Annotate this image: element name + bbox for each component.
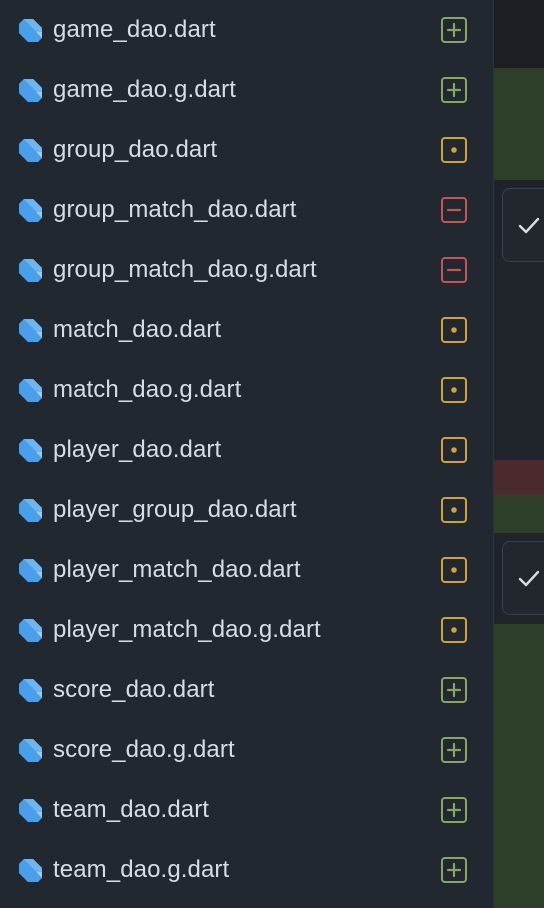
file-row[interactable]: team_dao.dart [0, 780, 493, 840]
file-name: match_dao.g.dart [53, 376, 242, 403]
file-name: player_dao.dart [53, 436, 222, 463]
status-modified-icon [441, 557, 467, 583]
viewed-checkbox[interactable] [502, 188, 544, 262]
check-icon [518, 217, 540, 234]
status-added-icon [441, 797, 467, 823]
status-modified-icon [441, 497, 467, 523]
file-row[interactable]: score_dao.g.dart [0, 720, 493, 780]
dart-file-icon [18, 677, 44, 703]
file-name: team_dao.g.dart [53, 856, 230, 883]
diff-added-band [494, 624, 544, 908]
file-name: score_dao.g.dart [53, 736, 235, 763]
file-name: group_dao.dart [53, 136, 218, 163]
dart-file-icon [18, 857, 44, 883]
status-modified-icon [441, 437, 467, 463]
file-row[interactable]: player_group_dao.dart [0, 480, 493, 540]
dart-file-icon [18, 797, 44, 823]
file-name: game_dao.dart [53, 16, 216, 43]
file-row[interactable]: score_dao.dart [0, 660, 493, 720]
file-name: player_match_dao.dart [53, 556, 301, 583]
dart-file-icon [18, 197, 44, 223]
dart-file-icon [18, 377, 44, 403]
dart-file-icon [18, 17, 44, 43]
dart-file-icon [18, 257, 44, 283]
dart-file-icon [18, 77, 44, 103]
file-name: game_dao.g.dart [53, 76, 236, 103]
viewed-checkbox[interactable] [502, 541, 544, 615]
status-modified-icon [441, 137, 467, 163]
status-added-icon [441, 17, 467, 43]
dart-file-icon [18, 557, 44, 583]
file-row[interactable]: team_dao.g.dart [0, 840, 493, 900]
file-name: match_dao.dart [53, 316, 222, 343]
file-row[interactable]: player_match_dao.g.dart [0, 600, 493, 660]
file-row[interactable]: game_dao.g.dart [0, 60, 493, 120]
file-row[interactable]: group_dao.dart [0, 120, 493, 180]
dart-file-icon [18, 137, 44, 163]
file-name: group_match_dao.g.dart [53, 256, 317, 283]
status-added-icon [441, 737, 467, 763]
file-name: score_dao.dart [53, 676, 215, 703]
status-modified-icon [441, 617, 467, 643]
app-root: game_dao.dart game_dao.g.dart group_dao.da… [0, 0, 544, 908]
check-icon [518, 570, 540, 587]
changed-files-panel: game_dao.dart game_dao.g.dart group_dao.da… [0, 0, 493, 908]
status-deleted-icon [441, 197, 467, 223]
file-row[interactable]: player_dao.dart [0, 420, 493, 480]
status-added-icon [441, 77, 467, 103]
file-name: player_group_dao.dart [53, 496, 297, 523]
file-row[interactable]: player_match_dao.dart [0, 540, 493, 600]
dart-file-icon [18, 437, 44, 463]
file-name: player_match_dao.g.dart [53, 616, 321, 643]
status-added-icon [441, 677, 467, 703]
status-added-icon [441, 857, 467, 883]
dart-file-icon [18, 317, 44, 343]
dart-file-icon [18, 617, 44, 643]
status-deleted-icon [441, 257, 467, 283]
diff-deleted-band [494, 460, 544, 495]
file-row[interactable]: match_dao.g.dart [0, 360, 493, 420]
file-row[interactable]: game_dao.dart [0, 0, 493, 60]
file-list: game_dao.dart game_dao.g.dart group_dao.da… [0, 0, 493, 900]
file-row[interactable]: match_dao.dart [0, 300, 493, 360]
dart-file-icon [18, 497, 44, 523]
diff-context-band [494, 0, 544, 68]
diff-added-band [494, 68, 544, 180]
diff-added-band [494, 495, 544, 533]
dart-file-icon [18, 737, 44, 763]
diff-gutter [493, 0, 544, 908]
status-modified-icon [441, 317, 467, 343]
status-modified-icon [441, 377, 467, 403]
file-name: team_dao.dart [53, 796, 210, 823]
file-name: group_match_dao.dart [53, 196, 297, 223]
file-row[interactable]: group_match_dao.g.dart [0, 240, 493, 300]
file-row[interactable]: group_match_dao.dart [0, 180, 493, 240]
